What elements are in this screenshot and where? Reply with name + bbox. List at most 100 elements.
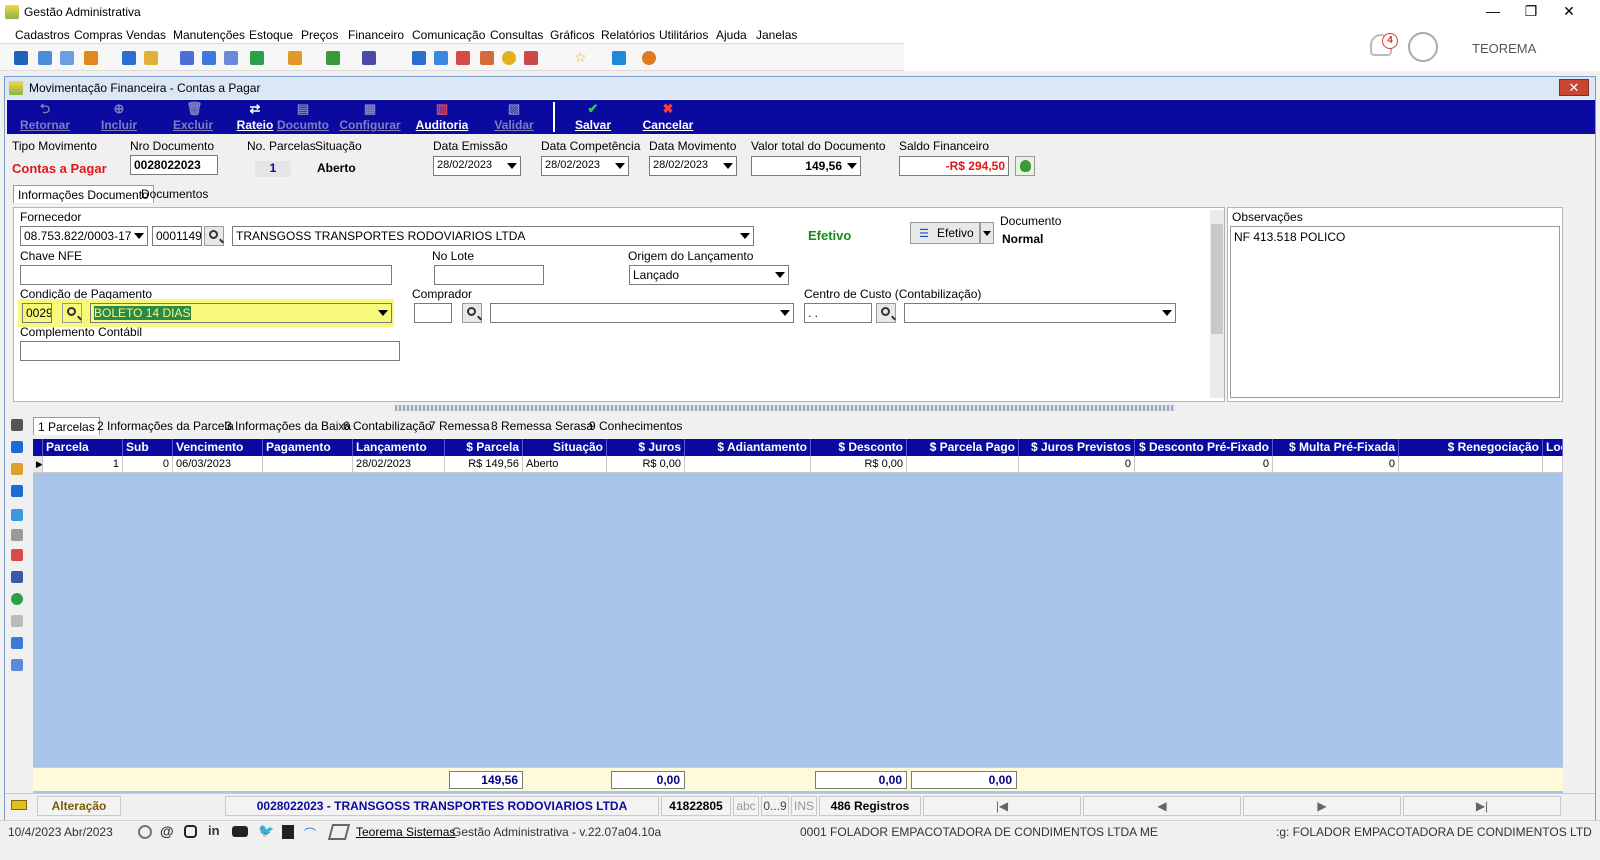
incluir-button[interactable]: ⊕ Incluir xyxy=(91,102,147,133)
salvar-button[interactable]: ✔ Salvar xyxy=(567,102,619,133)
bank-icon[interactable] xyxy=(202,51,216,65)
menu-ajuda[interactable]: Ajuda xyxy=(716,28,747,42)
col-vencimento[interactable]: Vencimento xyxy=(173,439,263,456)
tab-informacoes-parcela[interactable]: 2 Informações da Parcela xyxy=(93,417,238,435)
table-cell[interactable]: R$ 149,56 xyxy=(445,456,523,473)
menu-comunicacao[interactable]: Comunicação xyxy=(412,28,485,42)
condicao-codigo-field[interactable]: 0029 xyxy=(22,303,52,323)
box-icon[interactable] xyxy=(144,51,158,65)
emissao-field[interactable]: 28/02/2023 xyxy=(433,156,521,176)
panel-splitter[interactable] xyxy=(395,405,1175,411)
chave-nfe-field[interactable] xyxy=(20,265,392,285)
cut-icon[interactable] xyxy=(11,529,23,541)
nro-documento-field[interactable]: 0028022023 xyxy=(130,155,218,175)
list-detail-icon[interactable] xyxy=(11,485,23,497)
efetivo-button[interactable]: ☰ Efetivo xyxy=(910,222,980,244)
tab-contabilizacao[interactable]: 6 Contabilização xyxy=(339,417,436,435)
table-cell[interactable] xyxy=(685,456,811,473)
menu-manutencoes[interactable]: Manutenções xyxy=(173,28,245,42)
centro-search-button[interactable] xyxy=(876,303,896,323)
comprador-codigo-field[interactable] xyxy=(414,303,452,323)
tab-remessa[interactable]: 7 Remessa xyxy=(425,417,494,435)
col-juros[interactable]: $ Juros xyxy=(607,439,685,456)
clock-icon[interactable] xyxy=(502,51,516,65)
mail-icon[interactable] xyxy=(524,51,538,65)
list-icon[interactable] xyxy=(11,441,23,453)
tab-conhecimentos[interactable]: 9 Conhecimentos xyxy=(585,417,686,435)
cancelar-button[interactable]: ✖ Cancelar xyxy=(637,102,699,133)
menu-graficos[interactable]: Gráficos xyxy=(550,28,595,42)
calendar-icon[interactable] xyxy=(456,51,470,65)
cnpj-field[interactable]: 08.753.822/0003-17 xyxy=(20,226,148,246)
col-juros-previstos[interactable]: $ Juros Previstos xyxy=(1019,439,1135,456)
grid-icon[interactable] xyxy=(11,659,23,671)
facebook-icon[interactable] xyxy=(282,825,294,839)
col-lancamento[interactable]: Lançamento xyxy=(353,439,445,456)
table-cell[interactable] xyxy=(263,456,353,473)
observacoes-textarea[interactable]: NF 413.518 POLICO xyxy=(1230,226,1560,398)
complemento-field[interactable] xyxy=(20,341,400,361)
star-icon[interactable]: ☆ xyxy=(574,49,588,65)
excluir-button[interactable]: 🗑 Excluir xyxy=(165,102,221,133)
col-loc[interactable]: Loc xyxy=(1543,439,1563,456)
menu-utilitarios[interactable]: Utilitários xyxy=(659,28,708,42)
email-icon[interactable]: @ xyxy=(160,823,174,839)
menu-cadastros[interactable]: Cadastros xyxy=(15,28,70,42)
form-scrollbar[interactable] xyxy=(1210,210,1224,398)
table-cell[interactable]: Aberto xyxy=(523,456,607,473)
card-icon[interactable] xyxy=(60,51,74,65)
tab-informacoes-documento[interactable]: Informações Documento xyxy=(13,185,154,203)
menu-estoque[interactable]: Estoque xyxy=(249,28,293,42)
agenda-icon[interactable] xyxy=(480,51,494,65)
fornecedor-codigo-field[interactable]: 0001149 xyxy=(152,226,202,246)
table-cell[interactable]: R$ 0,00 xyxy=(607,456,685,473)
basket-icon[interactable] xyxy=(11,419,23,431)
print-icon[interactable] xyxy=(362,51,376,65)
coins-icon[interactable] xyxy=(11,463,23,475)
col-situacao[interactable]: Situação xyxy=(523,439,607,456)
table-cell[interactable]: 1 xyxy=(43,456,123,473)
settings-icon[interactable] xyxy=(11,637,23,649)
calendar-icon[interactable] xyxy=(11,549,23,561)
instagram-icon[interactable] xyxy=(184,825,197,838)
teorema-link[interactable]: Teorema Sistemas xyxy=(356,825,455,839)
table-cell[interactable]: R$ 0,00 xyxy=(811,456,907,473)
retornar-button[interactable]: ⮌ Retornar xyxy=(15,102,75,133)
documento-button[interactable]: ▤ Documto xyxy=(275,102,331,133)
table-cell[interactable]: 28/02/2023 xyxy=(353,456,445,473)
menu-janelas[interactable]: Janelas xyxy=(756,28,797,42)
close-button[interactable]: ✕ xyxy=(1546,0,1592,24)
add-icon[interactable] xyxy=(11,593,23,605)
table-cell[interactable] xyxy=(1543,456,1563,473)
globe-icon[interactable] xyxy=(138,825,152,839)
valor-total-field[interactable]: 149,56 xyxy=(751,156,861,176)
centro-codigo-field[interactable]: . . xyxy=(804,303,872,323)
table-cell[interactable]: 0 xyxy=(123,456,173,473)
tab-documentos[interactable]: Documentos xyxy=(137,185,212,203)
col-parcela-pago[interactable]: $ Parcela Pago xyxy=(907,439,1019,456)
tab-remessa-serasa[interactable]: 8 Remessa Serasa xyxy=(487,417,597,435)
col-desconto[interactable]: $ Desconto xyxy=(811,439,907,456)
table-cell[interactable] xyxy=(1399,456,1543,473)
fornecedor-nome-field[interactable]: TRANSGOSS TRANSPORTES RODOVIARIOS LTDA xyxy=(232,226,754,246)
col-parcela[interactable]: Parcela xyxy=(43,439,123,456)
efetivo-dropdown-button[interactable] xyxy=(980,222,994,244)
configurar-button[interactable]: ▦ Configurar xyxy=(337,102,403,133)
competencia-field[interactable]: 28/02/2023 xyxy=(541,156,629,176)
prev-record-button[interactable]: ◀ xyxy=(1083,796,1241,816)
save-icon[interactable] xyxy=(14,51,28,65)
last-record-button[interactable]: ▶| xyxy=(1403,796,1561,816)
calculator-icon[interactable] xyxy=(434,51,448,65)
table-cell[interactable]: 0 xyxy=(1135,456,1273,473)
menu-consultas[interactable]: Consultas xyxy=(490,28,543,42)
form-scrollbar-thumb[interactable] xyxy=(1211,224,1223,334)
tab-parcelas[interactable]: 1 Parcelas xyxy=(33,417,100,435)
youtube-icon[interactable] xyxy=(232,826,248,837)
origem-field[interactable]: Lançado xyxy=(629,265,789,285)
col-pagamento[interactable]: Pagamento xyxy=(263,439,353,456)
print-icon[interactable] xyxy=(11,571,23,583)
col-desconto-prefixado[interactable]: $ Desconto Pré-Fixado xyxy=(1135,439,1273,456)
exit-icon[interactable] xyxy=(612,51,626,65)
table-cell[interactable]: 06/03/2023 xyxy=(173,456,263,473)
refresh-icon[interactable] xyxy=(11,509,23,521)
